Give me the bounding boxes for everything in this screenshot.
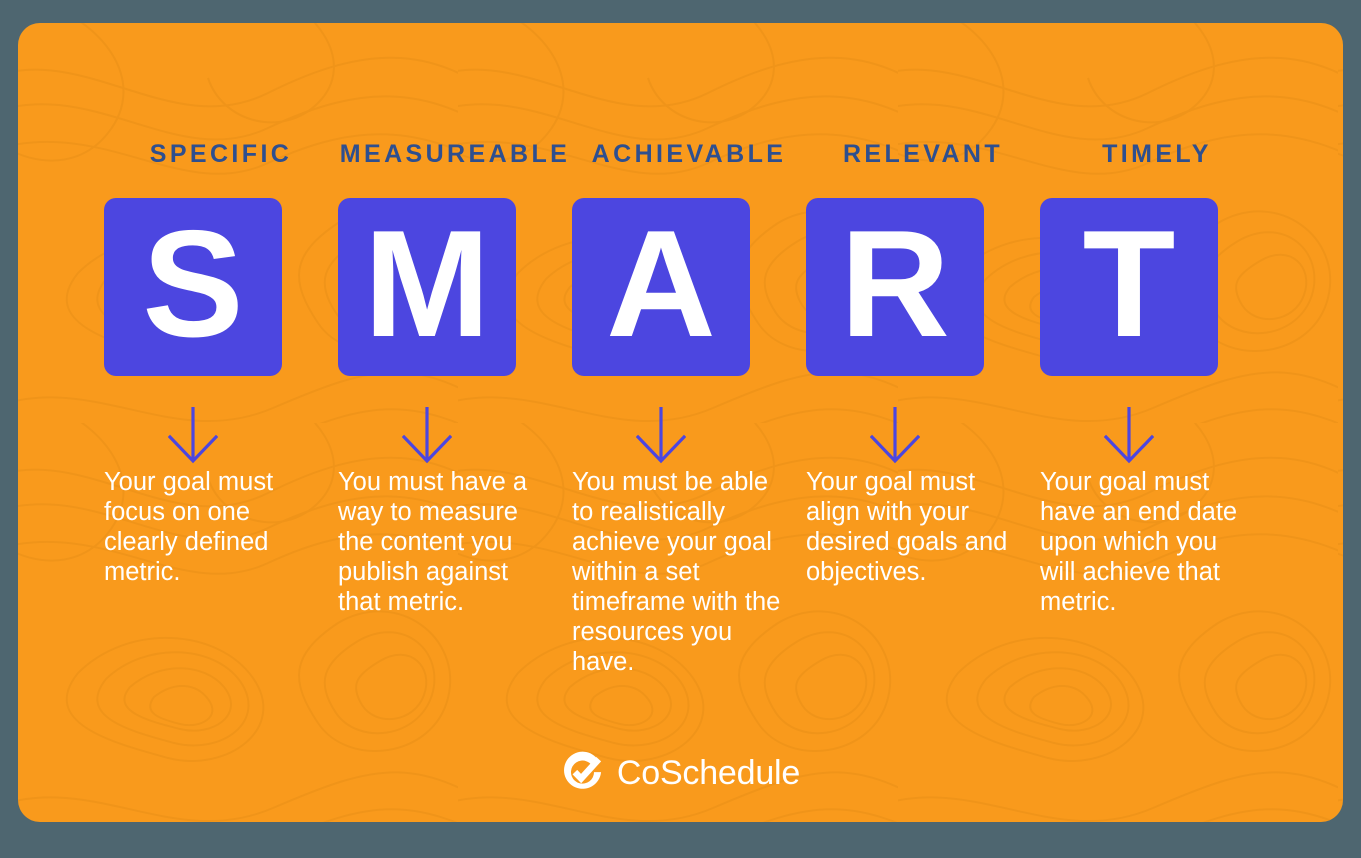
column-body-text: Your goal must align with your desired g… [806,468,1008,586]
arrow-down-icon [402,407,452,464]
column-body-text: You must be able to realistically achiev… [572,468,781,676]
coschedule-check-circle-icon [563,751,601,789]
arrow-down-icon [168,407,218,464]
smart-goals-card: SPECIFIC S Your goal must focus on one c… [18,23,1343,822]
arrow-down-icon [1104,407,1154,464]
smart-column-measureable: MEASUREABLE M You must have a way to mea… [338,23,572,822]
coschedule-wordmark: CoSchedule [616,753,801,792]
column-body-text: Your goal must have an end date upon whi… [1040,468,1238,616]
letter-tile-s: S [104,198,282,376]
letter-tile-a: A [572,198,750,376]
column-body-text: Your goal must focus on one clearly defi… [104,468,274,586]
column-body-text: You must have a way to measure the conte… [338,468,528,616]
smart-column-specific: SPECIFIC S Your goal must focus on one c… [104,23,338,822]
tile-letter: M [363,199,491,369]
tile-letter: R [840,199,950,369]
tile-letter: S [142,199,244,369]
smart-column-achievable: ACHIEVABLE A You must be able to realist… [572,23,806,822]
letter-tile-t: T [1040,198,1218,376]
letter-tile-r: R [806,198,984,376]
infographic-canvas: SPECIFIC S Your goal must focus on one c… [0,0,1361,858]
column-heading: TIMELY [1102,140,1212,168]
smart-column-timely: TIMELY T Your goal must have an end date… [1040,23,1274,822]
smart-columns: SPECIFIC S Your goal must focus on one c… [18,23,1343,822]
tile-letter: T [1082,199,1176,369]
smart-column-relevant: RELEVANT R Your goal must align with you… [806,23,1040,822]
letter-tile-m: M [338,198,516,376]
arrow-down-icon [870,407,920,464]
tile-letter: A [606,199,716,369]
arrow-down-icon [636,407,686,464]
coschedule-logo: CoSchedule [18,751,1343,794]
